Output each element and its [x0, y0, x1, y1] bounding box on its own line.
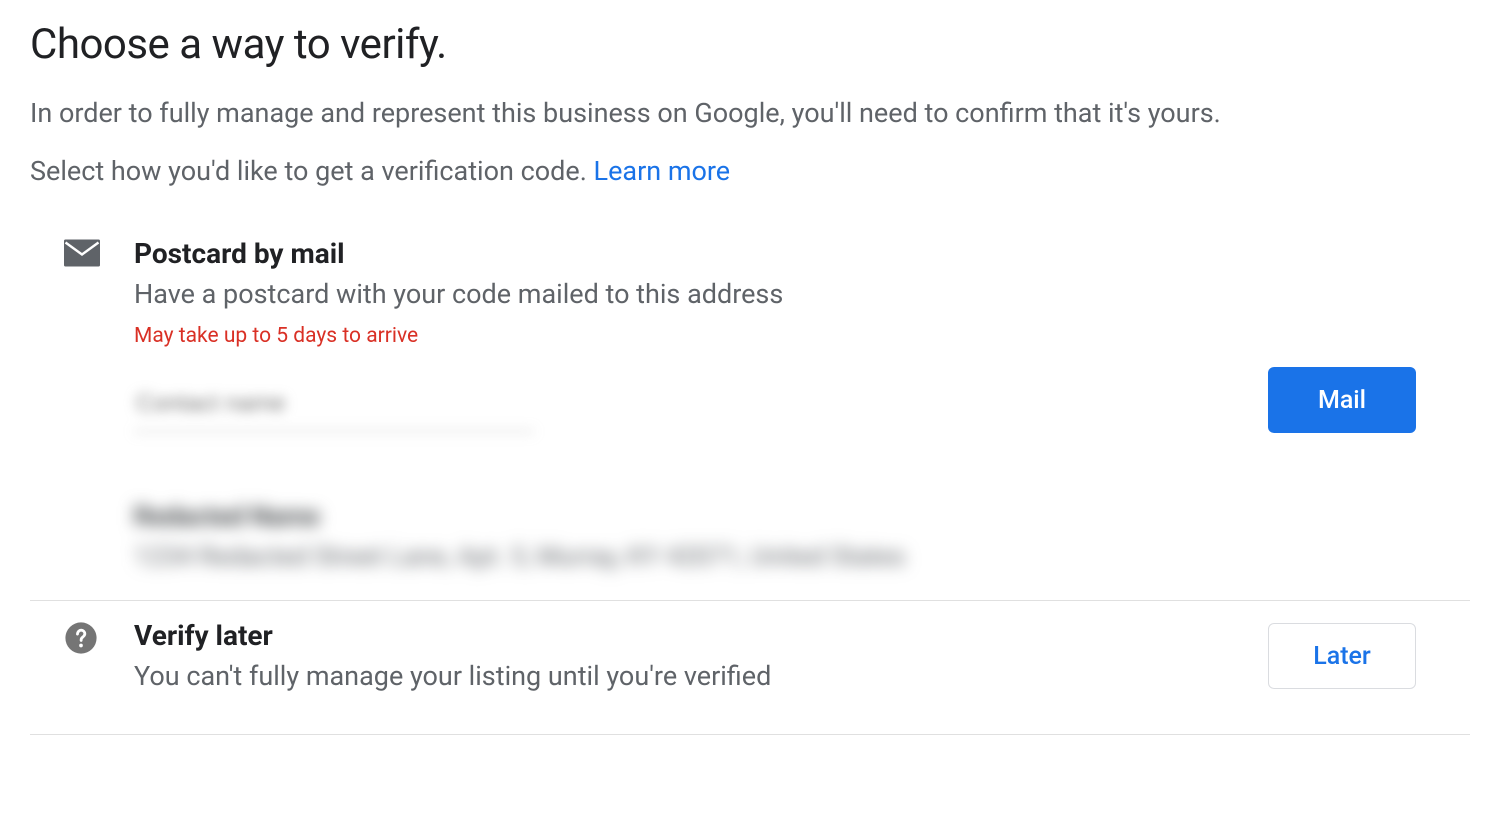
divider-bottom [30, 734, 1470, 735]
later-description: You can't fully manage your listing unti… [134, 660, 1250, 692]
address-line: 1234 Redacted Street Lane, Apt. 5, Murra… [134, 542, 1250, 572]
page-title: Choose a way to verify. [30, 20, 1470, 69]
mail-icon-wrapper [64, 237, 134, 267]
contact-name-input[interactable] [134, 384, 534, 432]
divider [30, 600, 1470, 601]
postcard-description: Have a postcard with your code mailed to… [134, 278, 1250, 310]
verify-page: Choose a way to verify. In order to full… [0, 0, 1500, 735]
mail-button[interactable]: Mail [1268, 367, 1416, 433]
mailing-address: Redacted Name 1234 Redacted Street Lane,… [134, 502, 1250, 572]
mail-icon [64, 239, 100, 267]
intro-text-line2: Select how you'd like to get a verificat… [30, 155, 1470, 187]
option-postcard: Postcard by mail Have a postcard with yo… [30, 237, 1470, 572]
later-title: Verify later [134, 619, 1250, 652]
postcard-title: Postcard by mail [134, 237, 1250, 270]
question-circle-icon [64, 621, 98, 655]
learn-more-link[interactable]: Learn more [594, 155, 731, 187]
later-button[interactable]: Later [1268, 623, 1416, 689]
postcard-note: May take up to 5 days to arrive [134, 324, 1250, 348]
intro-text-line2-prefix: Select how you'd like to get a verificat… [30, 155, 594, 187]
address-name: Redacted Name [134, 502, 1250, 532]
option-verify-later: Verify later You can't fully manage your… [30, 619, 1470, 706]
help-icon-wrapper [64, 619, 134, 655]
intro-text-line1: In order to fully manage and represent t… [30, 97, 1470, 129]
